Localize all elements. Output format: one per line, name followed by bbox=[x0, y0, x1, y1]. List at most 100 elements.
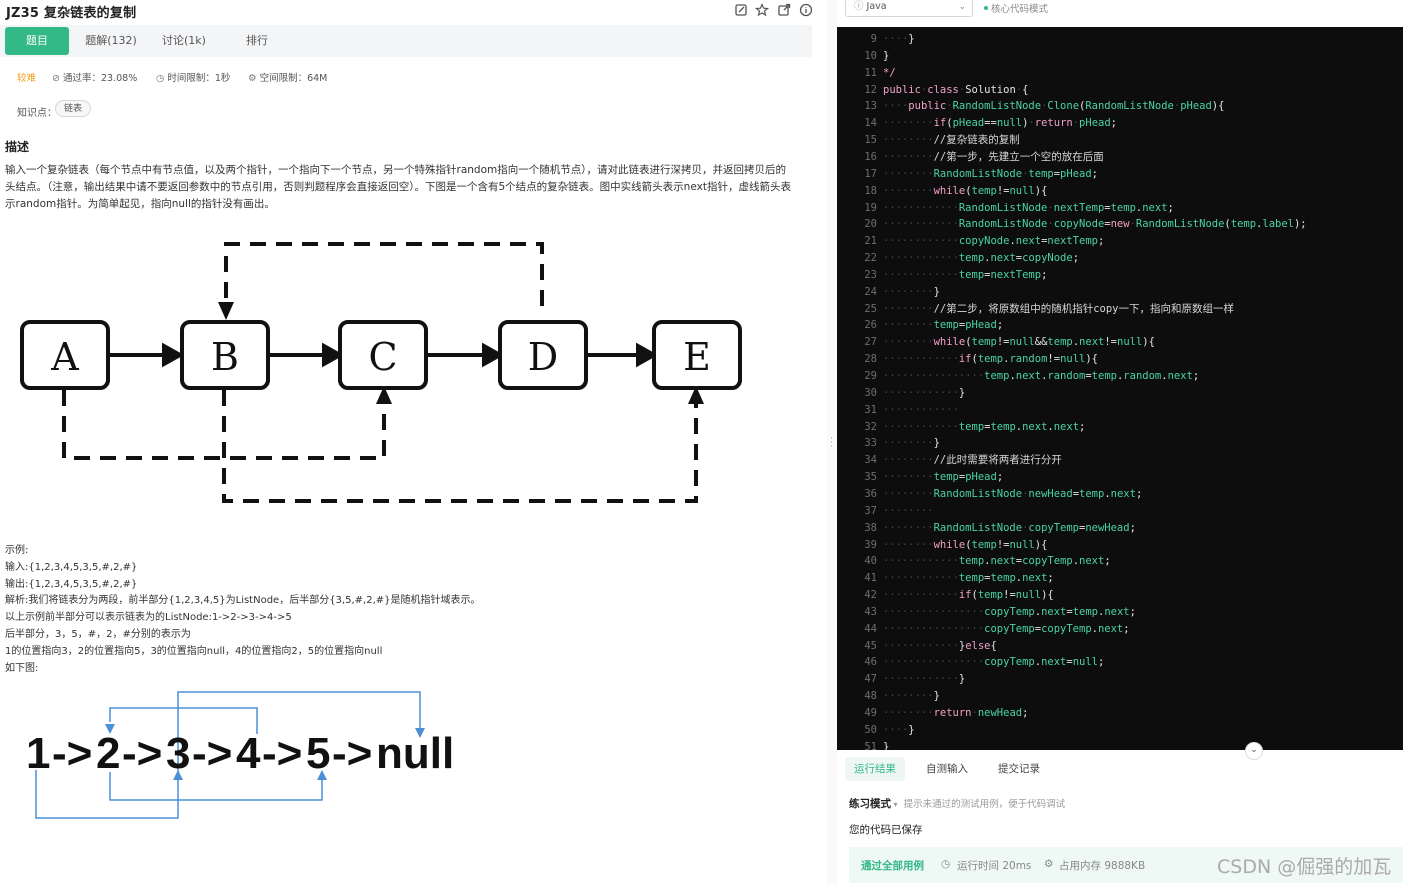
diagram2-n1: 1 bbox=[26, 729, 50, 778]
code-line[interactable]: 16 ········//第一步，先建立一个空的放在后面 bbox=[837, 149, 1403, 166]
code-line[interactable]: 38 ········RandomListNode·copyTemp=newHea… bbox=[837, 520, 1403, 537]
tab-solutions[interactable]: 题解(132) bbox=[78, 27, 144, 55]
code-line[interactable]: 21 ············copyNode.next=nextTemp; bbox=[837, 233, 1403, 250]
code-line[interactable]: 25 ········//第二步，将原数组中的随机指针copy一下，指向和原数组一… bbox=[837, 301, 1403, 318]
code-line[interactable]: 29 ················temp.next.random=temp.… bbox=[837, 368, 1403, 385]
code-text: ········ bbox=[883, 504, 934, 517]
code-text: ············if(temp.random!=null){ bbox=[883, 353, 1099, 366]
code-line[interactable]: 36 ········RandomListNode·newHead=temp.ne… bbox=[837, 486, 1403, 503]
panel-divider[interactable]: · · · bbox=[827, 0, 837, 885]
code-line[interactable]: 14 ········if(pHead==null)·return·pHead; bbox=[837, 115, 1403, 132]
line-number: 11 bbox=[864, 66, 877, 79]
tab-submissions[interactable]: 提交记录 bbox=[989, 757, 1049, 781]
code-text: ········temp=pHead; bbox=[883, 471, 1004, 484]
diagram2-a1: -> bbox=[52, 729, 92, 778]
code-line[interactable]: 17 ········RandomListNode·temp=pHead; bbox=[837, 166, 1403, 183]
code-line[interactable]: 22 ············temp.next=copyNode; bbox=[837, 250, 1403, 267]
code-line[interactable]: 9 ····} bbox=[837, 31, 1403, 48]
example-line: 1的位置指向3，2的位置指向5，3的位置指向null，4的位置指向2，5的位置指… bbox=[5, 645, 383, 657]
line-number: 37 bbox=[864, 504, 877, 517]
code-line[interactable]: 31 ············ bbox=[837, 402, 1403, 419]
result-tabs: 运行结果 自测输入 提交记录 bbox=[837, 754, 1403, 784]
code-line[interactable]: 51} bbox=[837, 739, 1403, 750]
knowledge-tag[interactable]: 链表 bbox=[55, 100, 92, 117]
code-line[interactable]: 26 ········temp=pHead; bbox=[837, 317, 1403, 334]
code-line[interactable]: 30 ············} bbox=[837, 385, 1403, 402]
star-icon[interactable] bbox=[755, 3, 769, 17]
linked-list-diagram: A B C D E bbox=[20, 242, 742, 503]
code-line[interactable]: 49 ········return·newHead; bbox=[837, 705, 1403, 722]
pass-status: 通过全部用例 bbox=[861, 860, 924, 872]
tab-discussion[interactable]: 讨论(1k) bbox=[152, 27, 216, 55]
code-line[interactable]: 37 ········ bbox=[837, 503, 1403, 520]
clock-icon: ◷ bbox=[941, 858, 951, 870]
drag-handle-icon[interactable]: · · · bbox=[830, 435, 833, 452]
watermark: CSDN @倔强的加瓦 bbox=[1217, 856, 1392, 878]
tab-ranking[interactable]: 排行 bbox=[226, 27, 288, 55]
share-icon[interactable] bbox=[777, 3, 791, 17]
code-line[interactable]: 42 ············if(temp!=null){ bbox=[837, 587, 1403, 604]
code-line[interactable]: 34 ········//此时需要将两者进行分开 bbox=[837, 452, 1403, 469]
line-number: 38 bbox=[864, 521, 877, 534]
line-number: 16 bbox=[864, 150, 877, 163]
code-line[interactable]: 45 ············}else{ bbox=[837, 638, 1403, 655]
code-line[interactable]: 13 ····public·RandomListNode·Clone(Random… bbox=[837, 98, 1403, 115]
problem-panel: JZ35 复杂链表的复制 题目 题解(132) 讨论(1k) 排行 较难 ⊘ 通… bbox=[0, 0, 812, 885]
node-a-label: A bbox=[50, 335, 79, 379]
code-line[interactable]: 35 ········temp=pHead; bbox=[837, 469, 1403, 486]
code-line[interactable]: 41 ············temp=temp.next; bbox=[837, 570, 1403, 587]
code-text: ········} bbox=[883, 437, 940, 450]
code-line[interactable]: 47 ············} bbox=[837, 671, 1403, 688]
code-line[interactable]: 15 ········//复杂链表的复制 bbox=[837, 132, 1403, 149]
code-line[interactable]: 12 public·class·Solution·{ bbox=[837, 82, 1403, 99]
code-line[interactable]: 10} bbox=[837, 48, 1403, 65]
line-number: 12 bbox=[864, 83, 877, 96]
line-number: 17 bbox=[864, 167, 877, 180]
saved-status: 您的代码已保存 bbox=[849, 824, 923, 836]
line-number: 39 bbox=[864, 538, 877, 551]
code-line[interactable]: 19 ············RandomListNode·nextTemp=te… bbox=[837, 200, 1403, 217]
code-line[interactable]: 50 ····} bbox=[837, 722, 1403, 739]
line-number: 28 bbox=[864, 353, 877, 366]
edit-icon[interactable] bbox=[734, 3, 748, 17]
line-number: 34 bbox=[864, 454, 877, 467]
code-text: ············}else{ bbox=[883, 639, 997, 652]
code-line[interactable]: 46 ················copyTemp.next=null; bbox=[837, 654, 1403, 671]
code-line[interactable]: 23 ············temp=nextTemp; bbox=[837, 267, 1403, 284]
tab-problem[interactable]: 题目 bbox=[5, 27, 69, 55]
line-number: 36 bbox=[864, 487, 877, 500]
code-line[interactable]: 20 ············RandomListNode·copyNode=ne… bbox=[837, 216, 1403, 233]
tab-run-result[interactable]: 运行结果 bbox=[845, 757, 905, 781]
line-number: 24 bbox=[864, 285, 877, 298]
code-line[interactable]: 39 ········while(temp!=null){ bbox=[837, 537, 1403, 554]
example-line: 示例: bbox=[5, 545, 29, 556]
line-number: 14 bbox=[864, 117, 877, 130]
code-editor[interactable]: 9 ····} 10} 11 */12 public·class·Solution·{13… bbox=[837, 27, 1403, 750]
code-line[interactable]: 11 */ bbox=[837, 65, 1403, 82]
code-line[interactable]: 43 ················copyTemp.next=temp.nex… bbox=[837, 604, 1403, 621]
code-line[interactable]: 33 ········} bbox=[837, 435, 1403, 452]
mode-dot-icon bbox=[984, 6, 988, 10]
code-text: ············temp.next=copyTemp.next; bbox=[883, 555, 1111, 568]
language-select[interactable]: ⓘ Java ⌄ bbox=[845, 0, 973, 17]
code-line[interactable]: 40 ············temp.next=copyTemp.next; bbox=[837, 553, 1403, 570]
tab-custom-input[interactable]: 自测输入 bbox=[917, 757, 977, 781]
practice-mode-select[interactable]: 练习模式 bbox=[849, 798, 891, 810]
code-line[interactable]: 18 ········while(temp!=null){ bbox=[837, 183, 1403, 200]
code-line[interactable]: 28 ············if(temp.random!=null){ bbox=[837, 351, 1403, 368]
code-mode-label[interactable]: 核心代码模式 bbox=[991, 1, 1048, 15]
info-icon: ⓘ bbox=[854, 1, 867, 12]
info-icon[interactable] bbox=[799, 3, 812, 17]
code-line[interactable]: 27 ········while(temp!=null&&temp.next!=n… bbox=[837, 334, 1403, 351]
node-b-label: B bbox=[211, 335, 239, 379]
code-line[interactable]: 48 ········} bbox=[837, 688, 1403, 705]
code-line[interactable]: 32 ············temp=temp.next.next; bbox=[837, 419, 1403, 436]
code-line[interactable]: 24 ········} bbox=[837, 284, 1403, 301]
diagram2-a5: -> bbox=[332, 729, 372, 778]
line-number: 30 bbox=[864, 386, 877, 399]
practice-mode-hint: 提示未通过的测试用例，便于代码调试 bbox=[903, 799, 1066, 810]
code-line[interactable]: 44 ················copyTemp=copyTemp.next… bbox=[837, 621, 1403, 638]
knowledge-row: 知识点： 链表 bbox=[0, 98, 800, 120]
line-number: 49 bbox=[864, 707, 877, 719]
caret-down-icon[interactable]: ▾ bbox=[891, 800, 898, 809]
